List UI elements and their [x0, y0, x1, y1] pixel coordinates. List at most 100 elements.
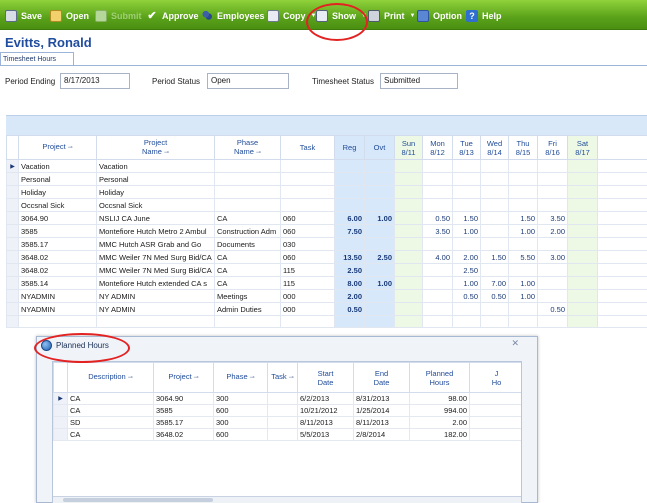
cell-task[interactable]: 000: [280, 289, 335, 303]
cell-wed[interactable]: 1.50: [480, 250, 509, 264]
cell-tue[interactable]: 0.50: [452, 289, 481, 303]
cell-fri[interactable]: 3.00: [537, 250, 568, 264]
planned-cell-project[interactable]: 3648.02: [153, 428, 214, 441]
table-row[interactable]: Occsnal Sick Occsnal Sick: [6, 198, 647, 212]
cell-ovt[interactable]: [364, 198, 395, 212]
col-planned-hours[interactable]: Planned Hours: [409, 362, 470, 393]
planned-cell-end[interactable]: 1/25/2014: [353, 404, 410, 417]
cell-tue[interactable]: 1.50: [452, 211, 481, 225]
list-item[interactable]: ▶ CA 3064.90 300 6/2/2013 8/31/2013 98.00: [53, 392, 521, 405]
cell-reg[interactable]: [334, 172, 365, 186]
cell-tue[interactable]: 2.50: [452, 263, 481, 277]
col-project[interactable]: Project ⊸: [18, 135, 97, 160]
cell-reg[interactable]: [334, 237, 365, 251]
cell-thu[interactable]: 1.00: [508, 224, 538, 238]
planned-cell-project[interactable]: 3064.90: [153, 392, 214, 405]
cell-tue[interactable]: [452, 198, 481, 212]
cell-tue[interactable]: [452, 185, 481, 199]
planned-cell-description[interactable]: CA: [67, 392, 154, 405]
cell-task[interactable]: 030: [280, 237, 335, 251]
cell-mon[interactable]: [422, 185, 453, 199]
cell-task[interactable]: 060: [280, 224, 335, 238]
cell-project[interactable]: 3648.02: [18, 250, 97, 264]
cell-sat[interactable]: [567, 224, 598, 238]
open-button[interactable]: Open: [50, 8, 89, 23]
cell-task[interactable]: [280, 172, 335, 186]
cell-thu[interactable]: [508, 302, 538, 316]
table-row[interactable]: 3648.02 MMC Weiler 7N Med Surg Bid/CA CA 06…: [6, 250, 647, 264]
cell-sun[interactable]: [394, 159, 423, 173]
pin-icon[interactable]: ⊸: [68, 145, 73, 151]
cell-sun[interactable]: [394, 289, 423, 303]
cell-mon[interactable]: [422, 276, 453, 290]
show-button[interactable]: Show ▼: [316, 8, 367, 23]
submit-button[interactable]: Submit: [95, 8, 142, 23]
cell-phase[interactable]: [214, 172, 281, 186]
cell-name[interactable]: MMC Weiler 7N Med Surg Bid/CA: [96, 250, 215, 264]
table-row[interactable]: ▶ Vacation Vacation: [6, 159, 647, 173]
table-row[interactable]: 3064.90 NSLIJ CA June CA 060 6.00 1.00 0.50 1.5…: [6, 211, 647, 225]
cell-thu[interactable]: 1.00: [508, 276, 538, 290]
cell-sel[interactable]: [6, 172, 19, 186]
tab-timesheet-hours[interactable]: Timesheet Hours: [0, 52, 74, 66]
cell-ovt[interactable]: [364, 224, 395, 238]
col-sun[interactable]: Sun 8/11: [394, 135, 423, 160]
cell-fri[interactable]: [537, 263, 568, 277]
cell-mon[interactable]: [422, 198, 453, 212]
cell-ovt[interactable]: 2.50: [364, 250, 395, 264]
cell-thu[interactable]: 1.50: [508, 211, 538, 225]
cell-task[interactable]: [280, 185, 335, 199]
cell-project[interactable]: NYADMIN: [18, 289, 97, 303]
cell-sun[interactable]: [394, 172, 423, 186]
cell-fri[interactable]: [537, 185, 568, 199]
cell-name[interactable]: NSLIJ CA June: [96, 211, 215, 225]
cell-reg[interactable]: [334, 159, 365, 173]
timesheet-status-field[interactable]: Submitted: [380, 73, 458, 89]
col-project-name[interactable]: Project Name ⊸: [96, 135, 215, 160]
cell-thu[interactable]: 5.50: [508, 250, 538, 264]
cell-sat[interactable]: [567, 198, 598, 212]
cell-phase[interactable]: [214, 198, 281, 212]
cell-tue[interactable]: [452, 172, 481, 186]
cell-sel[interactable]: [6, 237, 19, 251]
planned-cell-phase[interactable]: 600: [213, 404, 268, 417]
cell-name[interactable]: NY ADMIN: [96, 302, 215, 316]
cell-project[interactable]: 3064.90: [18, 211, 97, 225]
cell-reg[interactable]: [334, 198, 365, 212]
cell-name[interactable]: Vacation: [96, 159, 215, 173]
cell-task[interactable]: 060: [280, 250, 335, 264]
cell-sat[interactable]: [567, 185, 598, 199]
cell-phase[interactable]: CA: [214, 250, 281, 264]
cell-sat[interactable]: [567, 276, 598, 290]
planned-cell-task[interactable]: [267, 404, 298, 417]
help-button[interactable]: ? Help: [466, 8, 502, 23]
planned-cell-description[interactable]: CA: [67, 404, 154, 417]
planned-cell-planned[interactable]: 182.00: [409, 428, 470, 441]
col-thu[interactable]: Thu 8/15: [508, 135, 538, 160]
cell-sun[interactable]: [394, 302, 423, 316]
cell-wed[interactable]: [480, 224, 509, 238]
col-phase-name[interactable]: Phase Name ⊸: [214, 135, 281, 160]
planned-cell-phase[interactable]: 300: [213, 416, 268, 429]
print-button[interactable]: Print ▼: [368, 8, 415, 23]
pin-icon[interactable]: ⊸: [250, 375, 255, 381]
col-task[interactable]: Task: [280, 135, 335, 160]
cell-ovt[interactable]: 1.00: [364, 211, 395, 225]
cell-fri[interactable]: [537, 237, 568, 251]
planned-cell-description[interactable]: SD: [67, 416, 154, 429]
table-row[interactable]: 3648.02 MMC Weiler 7N Med Surg Bid/CA CA 11…: [6, 263, 647, 277]
cell-sat[interactable]: [567, 237, 598, 251]
cell-reg[interactable]: 2.00: [334, 289, 365, 303]
cell-project[interactable]: Personal: [18, 172, 97, 186]
cell-name[interactable]: MMC Weiler 7N Med Surg Bid/CA: [96, 263, 215, 277]
cell-thu[interactable]: [508, 263, 538, 277]
cell-reg[interactable]: 6.00: [334, 211, 365, 225]
col-sat[interactable]: Sat 8/17: [567, 135, 598, 160]
cell-sel[interactable]: [6, 211, 19, 225]
cell-fri[interactable]: [537, 276, 568, 290]
cell-task[interactable]: [280, 198, 335, 212]
cell-fri[interactable]: [537, 289, 568, 303]
table-row[interactable]: NYADMIN NY ADMIN Meetings 000 2.00 0.50 0.50 1.…: [6, 289, 647, 303]
cell-tue[interactable]: 1.00: [452, 224, 481, 238]
option-button[interactable]: Option: [417, 8, 462, 23]
